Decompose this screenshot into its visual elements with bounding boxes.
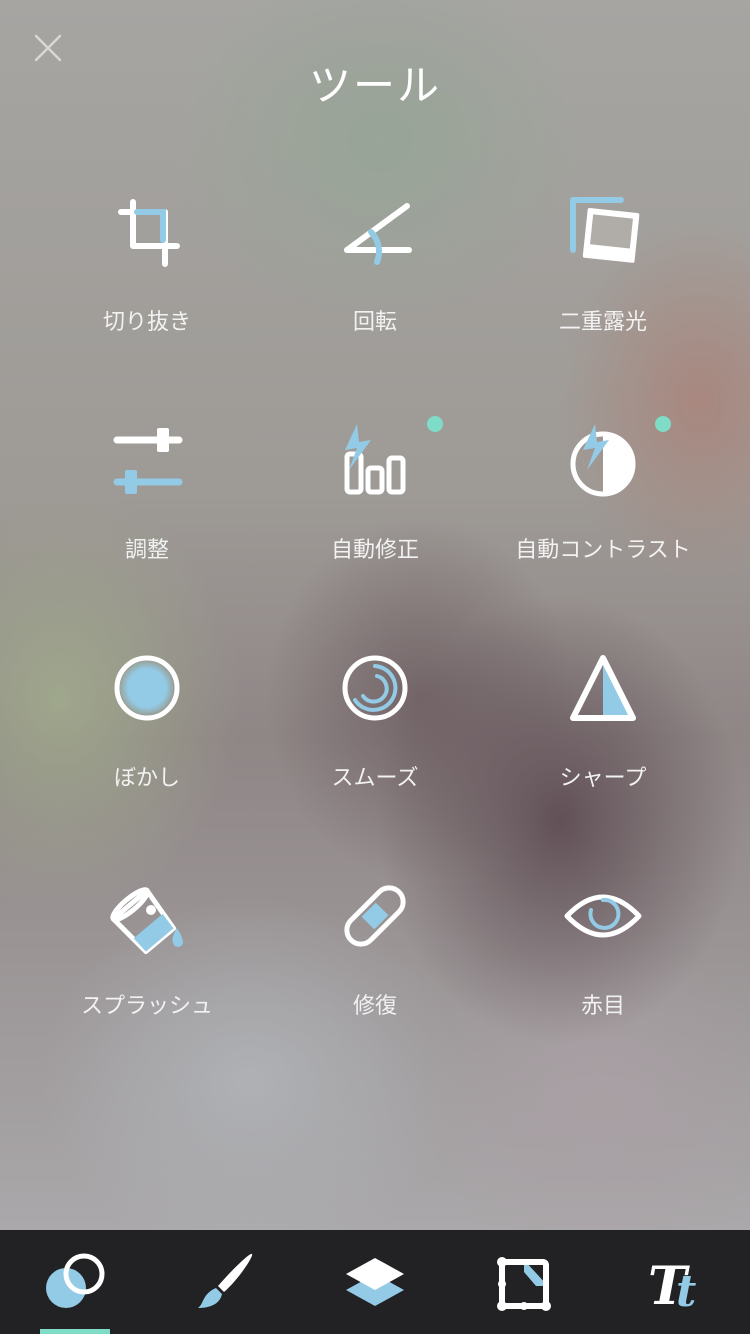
page-title: ツール [308,61,441,110]
tool-heal[interactable]: 修復 [261,876,489,1076]
adjust-icon [113,428,183,494]
tool-splash[interactable]: スプラッシュ [33,876,261,1076]
blur-icon [114,655,180,721]
auto-fix-icon [344,424,406,495]
tool-sharpen[interactable]: シャープ [489,648,717,848]
red-eye-icon [564,894,642,938]
tool-rotate[interactable]: 回転 [261,192,489,392]
tab-shape-crop[interactable] [450,1230,600,1334]
sharpen-icon [570,655,636,721]
tab-effects[interactable] [0,1230,150,1334]
tool-adjust[interactable]: 調整 [33,420,261,620]
heal-icon [344,885,406,947]
layers-icon [346,1258,404,1306]
bottom-nav: T t [0,1230,750,1334]
tab-brush[interactable] [150,1230,300,1334]
tab-layers[interactable] [300,1230,450,1334]
rotate-icon [344,203,412,265]
svg-text:t: t [676,1266,696,1314]
tool-label: 赤目 [580,994,625,1019]
smooth-icon [342,655,408,721]
new-badge [427,416,443,432]
selected-tab-indicator [40,1329,110,1334]
double-exposure-icon [570,197,640,263]
tool-label: シャープ [559,766,647,791]
tool-smooth[interactable]: スムーズ [261,648,489,848]
tool-auto-contrast[interactable]: 自動コントラスト [489,416,717,620]
tool-red-eye[interactable]: 赤目 [489,876,717,1076]
tool-crop[interactable]: 切り抜き [33,192,261,392]
effects-icon [46,1253,105,1308]
brush-icon [198,1253,253,1308]
new-badge [655,416,671,432]
splash-icon [110,887,183,954]
tool-auto-fix[interactable]: 自動修正 [261,416,489,620]
tab-text[interactable]: T t [600,1230,750,1334]
tool-blur[interactable]: ぼかし [33,648,261,848]
tool-label: 自動コントラスト [515,538,691,563]
tool-label: 二重露光 [558,310,647,335]
tool-double-exposure[interactable]: 二重露光 [489,192,717,392]
text-icon: T t [648,1256,696,1314]
shape-crop-icon [497,1257,551,1311]
crop-icon [118,199,180,267]
auto-contrast-icon [570,424,636,497]
